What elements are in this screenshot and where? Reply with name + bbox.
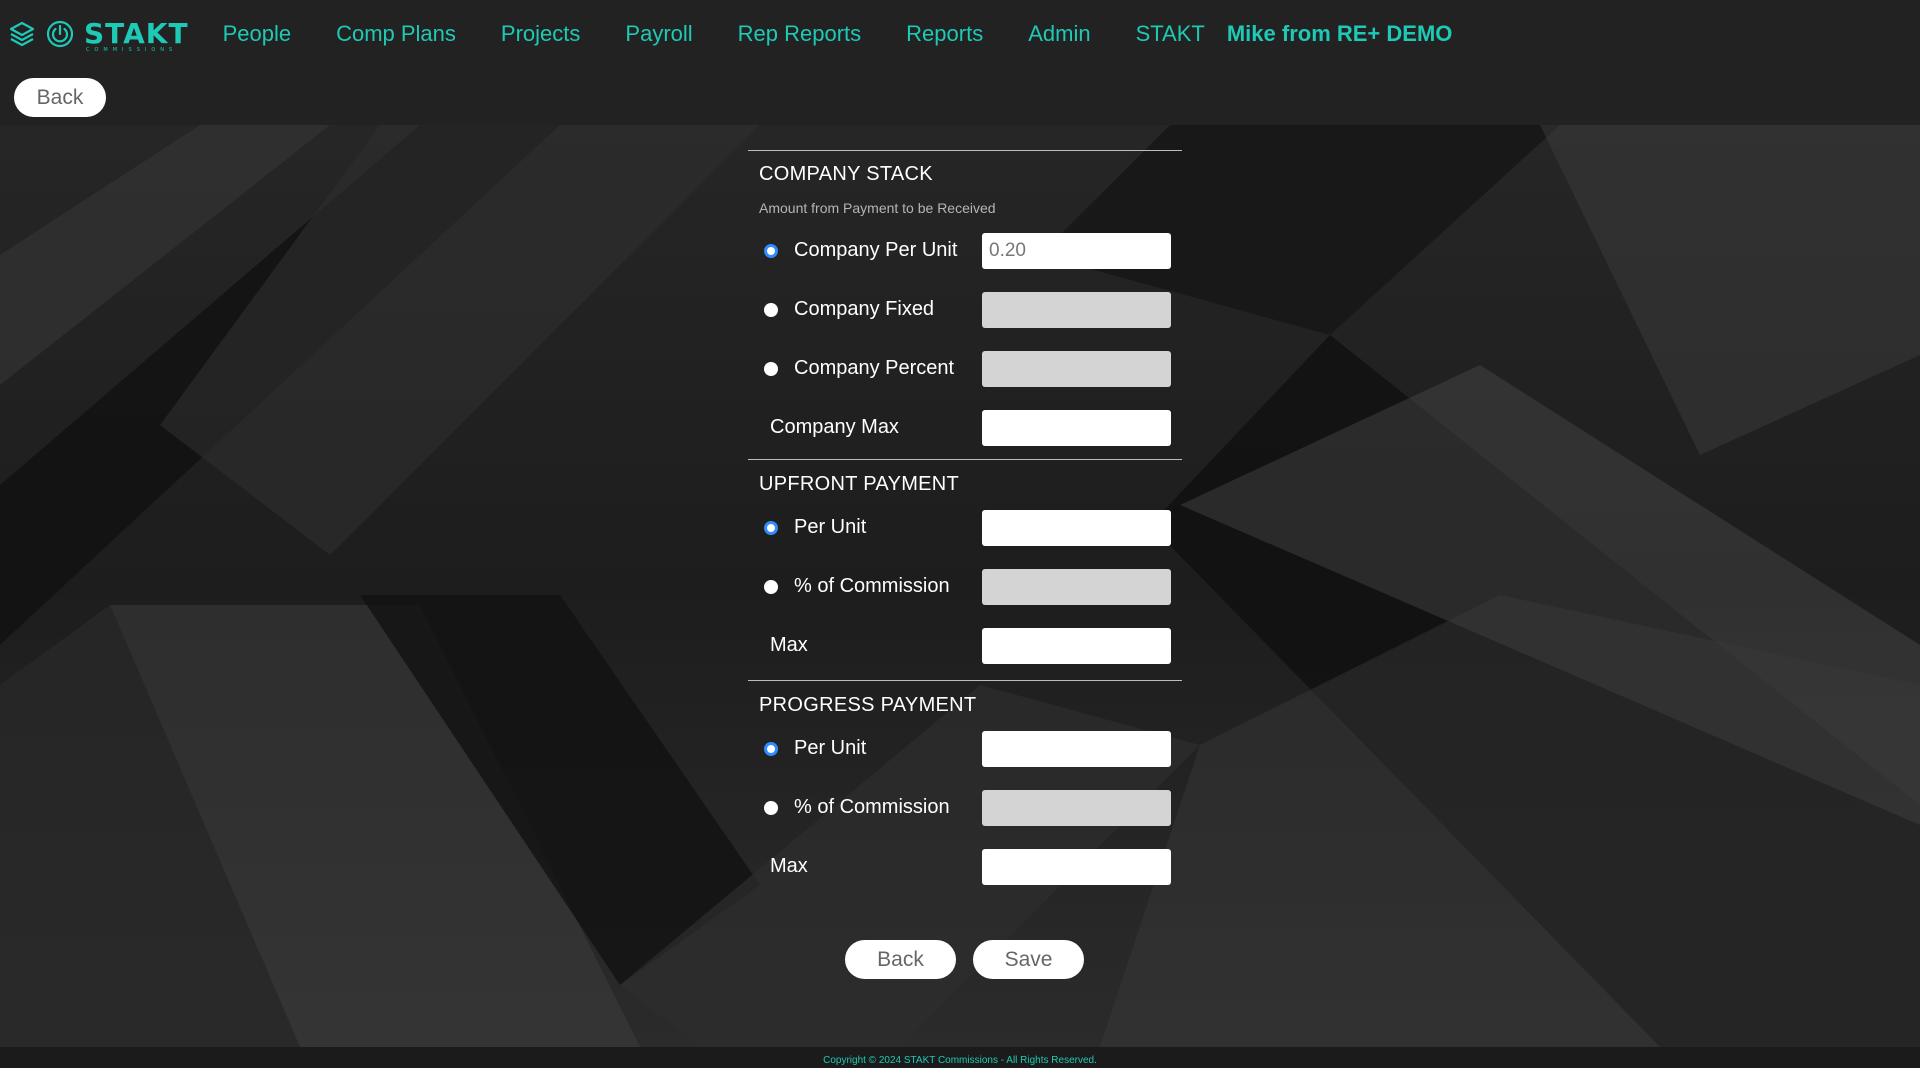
company-max-label: Company Max — [770, 416, 899, 438]
progress-per-unit-label: Per Unit — [794, 737, 867, 759]
form-actions: Back Save — [845, 940, 1101, 979]
upfront-commission-row: % of Commission — [748, 557, 1182, 616]
upfront-max-label: Max — [770, 634, 808, 656]
company-fixed-input[interactable] — [982, 291, 1171, 328]
nav-stakt[interactable]: STAKT — [1136, 21, 1205, 47]
company-stack-hint: Amount from Payment to be Received — [759, 200, 996, 216]
nav-comp-plans[interactable]: Comp Plans — [336, 21, 456, 47]
back-button[interactable]: Back — [845, 940, 956, 979]
nav-people[interactable]: People — [223, 21, 292, 47]
progress-commission-row: % of Commission — [748, 778, 1182, 837]
company-per-unit-input[interactable] — [982, 232, 1171, 269]
progress-commission-radio[interactable] — [764, 800, 778, 815]
progress-commission-input[interactable] — [982, 789, 1171, 826]
company-per-unit-label: Company Per Unit — [794, 239, 958, 261]
upfront-commission-radio[interactable] — [764, 579, 778, 594]
upfront-payment-title: UPFRONT PAYMENT — [759, 473, 960, 495]
nav-reports[interactable]: Reports — [906, 21, 983, 47]
power-icon — [46, 20, 74, 48]
upfront-commission-label: % of Commission — [794, 575, 950, 597]
save-button[interactable]: Save — [973, 940, 1084, 979]
upfront-max-input[interactable] — [982, 627, 1171, 664]
upfront-per-unit-input[interactable] — [982, 509, 1171, 546]
company-per-unit-row: Company Per Unit — [748, 221, 1182, 280]
brand-subtitle: COMMISSIONS — [86, 47, 178, 53]
company-fixed-label: Company Fixed — [794, 298, 935, 320]
company-per-unit-radio[interactable] — [764, 243, 778, 258]
user-menu[interactable]: Mike from RE+ DEMO — [1227, 21, 1453, 47]
brand-name: STAKT — [84, 17, 189, 50]
brand-wordmark: STAKT COMMISSIONS — [84, 17, 189, 53]
main-nav: STAKT COMMISSIONS People Comp Plans Proj… — [0, 0, 1920, 68]
footer: Copyright © 2024 STAKT Commissions - All… — [0, 1047, 1920, 1068]
upfront-per-unit-radio[interactable] — [764, 520, 778, 535]
company-percent-radio[interactable] — [764, 361, 778, 376]
nav-rep-reports[interactable]: Rep Reports — [738, 21, 862, 47]
company-percent-row: Company Percent — [748, 339, 1182, 398]
progress-per-unit-radio[interactable] — [764, 741, 778, 756]
upfront-per-unit-label: Per Unit — [794, 516, 867, 538]
company-percent-input[interactable] — [982, 350, 1171, 387]
progress-max-row: Max — [748, 837, 1182, 896]
company-max-input[interactable] — [982, 409, 1171, 446]
company-stack-title: COMPANY STACK — [759, 163, 933, 185]
logo[interactable]: STAKT COMMISSIONS — [8, 17, 189, 53]
upfront-per-unit-row: Per Unit — [748, 498, 1182, 557]
progress-payment-title: PROGRESS PAYMENT — [759, 694, 977, 716]
layers-icon — [9, 21, 35, 47]
nav-links: People Comp Plans Projects Payroll Rep R… — [223, 21, 1453, 47]
progress-max-input[interactable] — [982, 848, 1171, 885]
upfront-commission-input[interactable] — [982, 568, 1171, 605]
progress-commission-label: % of Commission — [794, 796, 950, 818]
comp-plan-form: COMPANY STACK Amount from Payment to be … — [748, 150, 1182, 896]
progress-max-label: Max — [770, 855, 808, 877]
back-button-top[interactable]: Back — [14, 78, 106, 117]
nav-projects[interactable]: Projects — [501, 21, 580, 47]
progress-per-unit-row: Per Unit — [748, 719, 1182, 778]
nav-payroll[interactable]: Payroll — [625, 21, 692, 47]
nav-admin[interactable]: Admin — [1028, 21, 1090, 47]
company-percent-label: Company Percent — [794, 357, 955, 379]
upfront-max-row: Max — [748, 616, 1182, 675]
copyright-text: Copyright © 2024 STAKT Commissions - All… — [823, 1055, 1097, 1066]
company-fixed-row: Company Fixed — [748, 280, 1182, 339]
top-bar: STAKT COMMISSIONS People Comp Plans Proj… — [0, 0, 1920, 125]
progress-per-unit-input[interactable] — [982, 730, 1171, 767]
company-max-row: Company Max — [748, 398, 1182, 457]
company-fixed-radio[interactable] — [764, 302, 778, 317]
